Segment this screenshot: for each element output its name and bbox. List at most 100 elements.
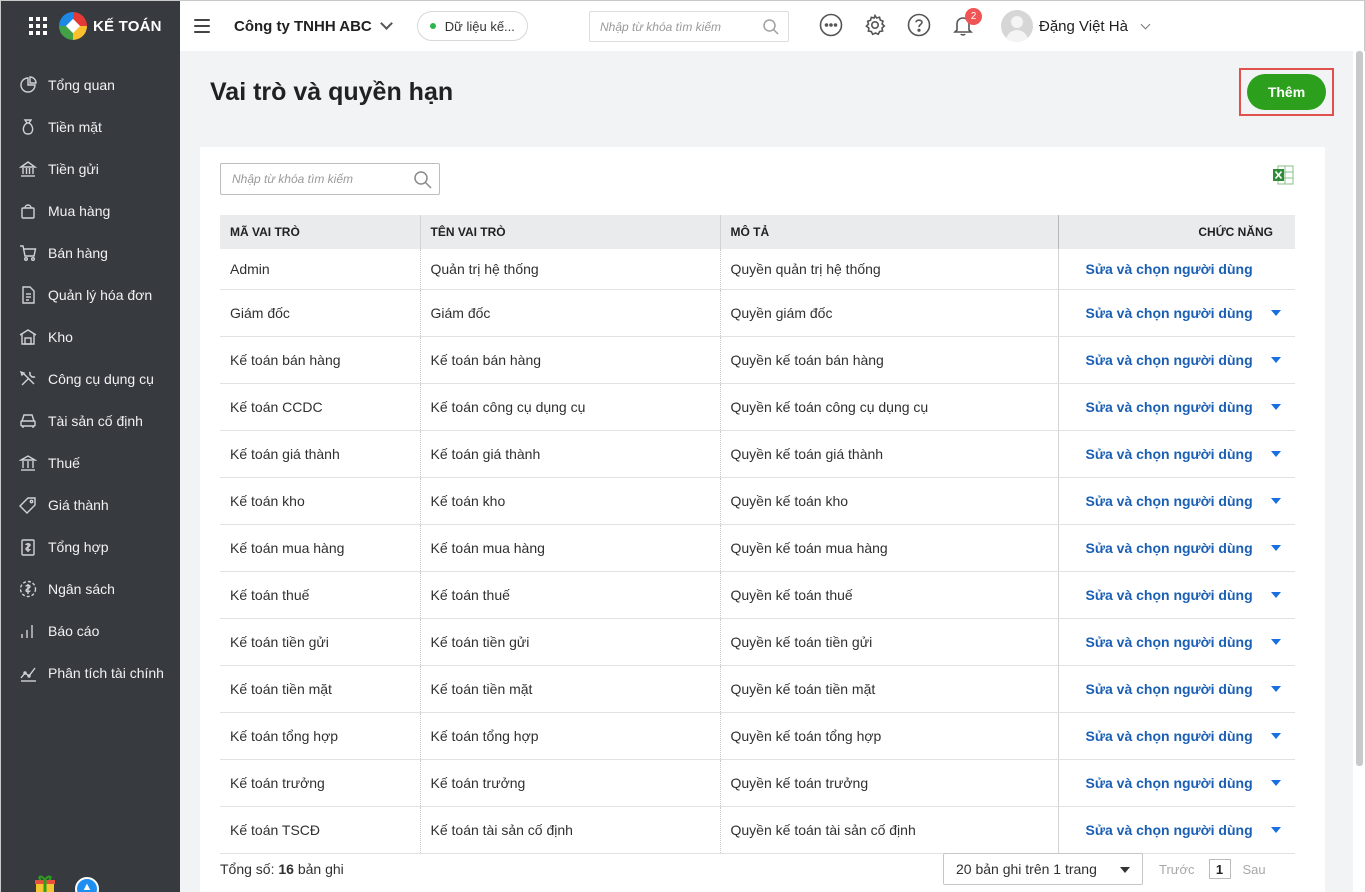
edit-and-select-users-link[interactable]: Sửa và chọn người dùng <box>1086 399 1253 415</box>
sidebar-item[interactable]: Mua hàng <box>1 190 180 232</box>
edit-and-select-users-link[interactable]: Sửa và chọn người dùng <box>1086 446 1253 462</box>
column-header-name[interactable]: TÊN VAI TRÒ <box>420 215 721 249</box>
menu-toggle-icon[interactable] <box>194 19 210 33</box>
role-name: Kế toán giá thành <box>420 430 721 478</box>
edit-and-select-users-link[interactable]: Sửa và chọn người dùng <box>1086 822 1253 838</box>
table-row[interactable]: Kế toán tiền mặt Kế toán tiền mặt Quyền kế… <box>220 665 1295 713</box>
table-row[interactable]: Kế toán giá thành Kế toán giá thành Quyền … <box>220 430 1295 478</box>
caret-down-icon[interactable] <box>1270 544 1281 551</box>
role-description: Quyền kế toán trưởng <box>720 759 1059 807</box>
sidebar-item[interactable]: Bán hàng <box>1 232 180 274</box>
header-search-input[interactable]: Nhập từ khóa tìm kiếm <box>589 11 789 42</box>
vertical-scrollbar[interactable] <box>1353 51 1365 892</box>
table-search-input[interactable]: Nhập từ khóa tìm kiếm <box>220 163 440 195</box>
caret-down-icon[interactable] <box>1270 732 1281 739</box>
edit-and-select-users-link[interactable]: Sửa và chọn người dùng <box>1086 493 1253 509</box>
role-code: Kế toán tổng hợp <box>220 712 421 760</box>
page-size-select[interactable]: 20 bản ghi trên 1 trang <box>943 853 1143 885</box>
sidebar-item-label: Phân tích tài chính <box>48 665 164 681</box>
sidebar-item[interactable]: Kho <box>1 316 180 358</box>
caret-down-icon[interactable] <box>1270 403 1281 410</box>
notification-bell-icon[interactable]: 2 <box>951 8 982 37</box>
edit-and-select-users-link[interactable]: Sửa và chọn người dùng <box>1086 681 1253 697</box>
sidebar-item[interactable]: Tổng quan <box>1 64 180 106</box>
main-content: Vai trò và quyền hạn Thêm Nhập từ khóa t… <box>180 51 1353 892</box>
sidebar-item[interactable]: Tổng hợp <box>1 526 180 568</box>
scroll-up-icon[interactable]: ▲ <box>75 877 99 892</box>
sidebar-item[interactable]: Báo cáo <box>1 610 180 652</box>
edit-and-select-users-link[interactable]: Sửa và chọn người dùng <box>1086 540 1253 556</box>
table-row[interactable]: Kế toán mua hàng Kế toán mua hàng Quyền kế… <box>220 524 1295 572</box>
role-code: Giám đốc <box>220 289 421 337</box>
caret-down-icon[interactable] <box>1270 450 1281 457</box>
sidebar-item[interactable]: Tiền gửi <box>1 148 180 190</box>
edit-and-select-users-link[interactable]: Sửa và chọn người dùng <box>1086 352 1253 368</box>
sidebar-item-label: Công cụ dụng cụ <box>48 371 154 387</box>
company-name: Công ty TNHH ABC <box>234 17 372 35</box>
more-options-icon[interactable] <box>819 13 843 37</box>
caret-down-icon[interactable] <box>1270 309 1281 316</box>
user-menu[interactable]: Đặng Việt Hà <box>1001 10 1151 42</box>
caret-down-icon[interactable] <box>1270 779 1281 786</box>
sidebar-item[interactable]: Ngân sách <box>1 568 180 610</box>
role-name: Kế toán trưởng <box>420 759 721 807</box>
header-search-placeholder: Nhập từ khóa tìm kiếm <box>600 19 721 34</box>
scrollbar-thumb[interactable] <box>1356 51 1363 766</box>
sidebar-item[interactable]: Giá thành <box>1 484 180 526</box>
edit-and-select-users-link[interactable]: Sửa và chọn người dùng <box>1086 634 1253 650</box>
table-row[interactable]: Kế toán tổng hợp Kế toán tổng hợp Quyền kế… <box>220 712 1295 760</box>
role-actions: Sửa và chọn người dùng <box>1058 712 1295 760</box>
caret-down-icon[interactable] <box>1270 685 1281 692</box>
chevron-down-icon <box>1140 19 1151 29</box>
table-row[interactable]: Kế toán trưởng Kế toán trưởng Quyền kế toá… <box>220 759 1295 807</box>
add-button[interactable]: Thêm <box>1247 74 1326 110</box>
edit-and-select-users-link[interactable]: Sửa và chọn người dùng <box>1086 587 1253 603</box>
table-row[interactable]: Kế toán kho Kế toán kho Quyền kế toán kho S… <box>220 477 1295 525</box>
column-header-description[interactable]: MÔ TẢ <box>720 215 1059 249</box>
invoice-icon <box>19 286 37 304</box>
edit-and-select-users-link[interactable]: Sửa và chọn người dùng <box>1086 728 1253 744</box>
caret-down-icon[interactable] <box>1270 638 1281 645</box>
settings-gear-icon[interactable] <box>863 13 887 37</box>
table-row[interactable]: Admin Quản trị hệ thống Quyền quản trị hệ … <box>220 249 1295 290</box>
total-suffix: bản ghi <box>293 861 344 877</box>
sidebar-item[interactable]: Quản lý hóa đơn <box>1 274 180 316</box>
apps-grid-icon[interactable] <box>29 17 47 35</box>
role-code: Kế toán CCDC <box>220 383 421 431</box>
caret-down-icon[interactable] <box>1270 497 1281 504</box>
sidebar-item[interactable]: Tiền mặt <box>1 106 180 148</box>
table-row[interactable]: Kế toán CCDC Kế toán công cụ dụng cụ Quyền… <box>220 383 1295 431</box>
sidebar-item[interactable]: Tài sản cố định <box>1 400 180 442</box>
caret-down-icon[interactable] <box>1270 826 1281 833</box>
table-row[interactable]: Kế toán tiền gửi Kế toán tiền gửi Quyền kế… <box>220 618 1295 666</box>
edit-and-select-users-link[interactable]: Sửa và chọn người dùng <box>1086 305 1253 321</box>
sidebar-item[interactable]: Công cụ dụng cụ <box>1 358 180 400</box>
pagination: Trước 1 Sau <box>1159 859 1266 879</box>
table-row[interactable]: Kế toán thuế Kế toán thuế Quyền kế toán th… <box>220 571 1295 619</box>
table-row[interactable]: Kế toán TSCĐ Kế toán tài sản cố định Quyền… <box>220 806 1295 854</box>
caret-down-icon[interactable] <box>1270 356 1281 363</box>
table-row[interactable]: Giám đốc Giám đốc Quyền giám đốc Sửa và chọ… <box>220 289 1295 337</box>
excel-export-icon[interactable] <box>1272 165 1294 185</box>
gift-icon[interactable] <box>33 873 57 892</box>
data-status-pill[interactable]: Dữ liệu kế... <box>416 11 528 41</box>
caret-down-icon[interactable] <box>1270 591 1281 598</box>
logo-icon <box>59 12 87 40</box>
current-page[interactable]: 1 <box>1208 859 1231 879</box>
company-selector[interactable]: Công ty TNHH ABC <box>234 17 393 35</box>
edit-and-select-users-link[interactable]: Sửa và chọn người dùng <box>1086 775 1253 791</box>
search-icon[interactable] <box>762 18 780 36</box>
bar-chart-icon <box>19 622 37 640</box>
next-page-button[interactable]: Sau <box>1243 862 1266 877</box>
edit-and-select-users-link[interactable]: Sửa và chọn người dùng <box>1086 261 1253 277</box>
role-name: Kế toán tổng hợp <box>420 712 721 760</box>
table-row[interactable]: Kế toán bán hàng Kế toán bán hàng Quyền kế… <box>220 336 1295 384</box>
sidebar-item[interactable]: Thuế <box>1 442 180 484</box>
column-header-code[interactable]: MÃ VAI TRÒ <box>220 215 421 249</box>
help-icon[interactable] <box>907 13 931 37</box>
search-icon[interactable] <box>413 170 433 190</box>
prev-page-button[interactable]: Trước <box>1159 862 1195 877</box>
sidebar-item[interactable]: Phân tích tài chính <box>1 652 180 694</box>
role-description: Quyền kế toán mua hàng <box>720 524 1059 572</box>
sidebar-item-label: Kho <box>48 329 73 345</box>
